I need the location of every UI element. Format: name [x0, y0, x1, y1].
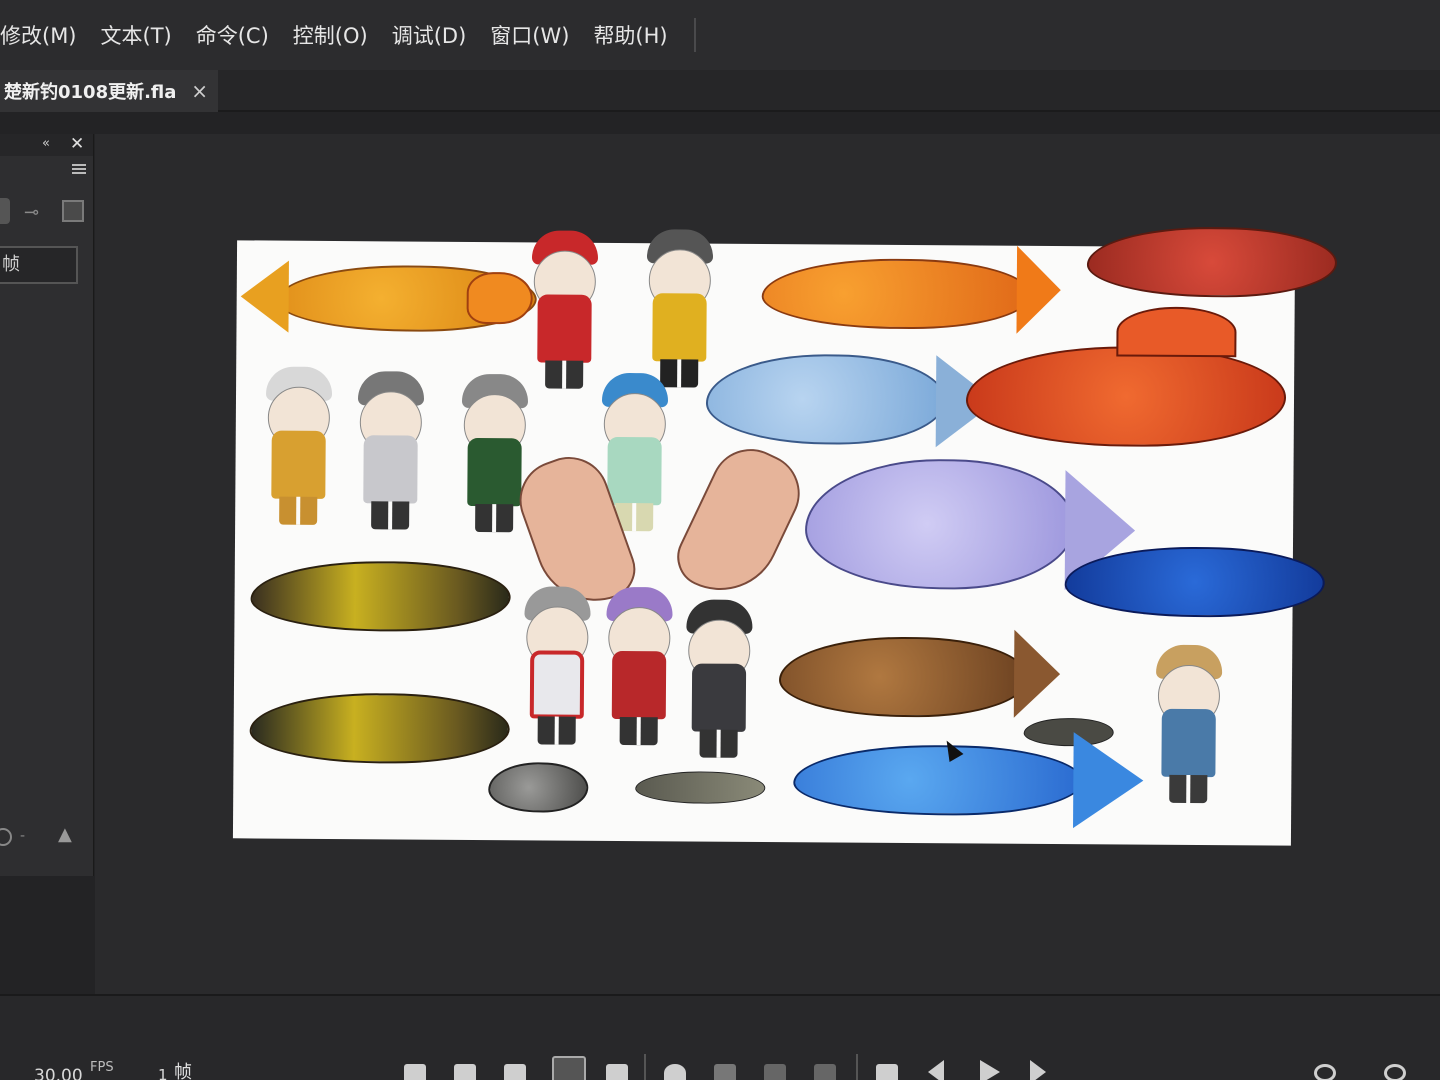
- long-blue-fish[interactable]: [793, 744, 1084, 817]
- panel-close-icon[interactable]: ✕: [70, 134, 84, 154]
- layer-tool-icon[interactable]: [0, 198, 10, 224]
- brown-fish-tail: [1013, 629, 1061, 719]
- golden-fish-tail: [240, 260, 289, 333]
- small-antler-fish[interactable]: [635, 771, 766, 805]
- fps-value[interactable]: 30.00: [34, 1066, 83, 1080]
- golden-monster-fish-lower[interactable]: [249, 692, 510, 765]
- menu-bar: 修改(M) 文本(T) 命令(C) 控制(O) 调试(D) 窗口(W) 帮助(H…: [0, 0, 1440, 70]
- character-green-vest[interactable]: [461, 373, 529, 538]
- character-red-cap[interactable]: [531, 230, 599, 394]
- close-icon[interactable]: ×: [191, 79, 208, 103]
- document-tab-bar: 楚新钓0108更新.fla ×: [0, 70, 1440, 112]
- brown-spiky-fish[interactable]: [778, 636, 1030, 718]
- center-frame-icon[interactable]: [404, 1064, 426, 1080]
- camera-icon[interactable]: [664, 1064, 686, 1080]
- character-elder-gold-coat[interactable]: [265, 366, 333, 531]
- blue-horned-shark[interactable]: [1064, 546, 1325, 618]
- loop-icon[interactable]: [876, 1064, 898, 1080]
- red-horned-shark[interactable]: [1086, 226, 1338, 298]
- timeline-bar: 30.00 FPS 1 帧: [0, 994, 1440, 1080]
- timeline-separator-2: [856, 1054, 858, 1080]
- timeline-separator: [644, 1054, 646, 1080]
- document-tab[interactable]: 楚新钓0108更新.fla ×: [0, 70, 218, 112]
- search-icon[interactable]: [1384, 1064, 1406, 1080]
- play-icon[interactable]: [980, 1060, 1000, 1080]
- stage-canvas[interactable]: [232, 226, 1338, 846]
- small-gray-fish[interactable]: [488, 762, 589, 813]
- document-tab-label: 楚新钓0108更新.fla: [4, 82, 177, 103]
- menu-modify[interactable]: 修改(M): [0, 20, 77, 50]
- timeline-panel: « ✕ ⊸ 帧 - ▲: [0, 134, 94, 876]
- fps-label: FPS: [90, 1060, 114, 1075]
- lavender-patterned-fish[interactable]: [804, 458, 1076, 591]
- step-forward-icon[interactable]: [1030, 1060, 1046, 1080]
- red-dragon-fish[interactable]: [965, 345, 1287, 448]
- long-blue-fish-tail: [1073, 732, 1144, 829]
- red-dragon-fish-fin: [1116, 306, 1237, 358]
- frame-label: 帧: [174, 1062, 192, 1080]
- onion-skin-icon[interactable]: [0, 828, 12, 846]
- muscle-arm-right[interactable]: [667, 435, 813, 610]
- layer-depth-icon[interactable]: [714, 1064, 736, 1080]
- character-blonde-hoodie[interactable]: [1155, 644, 1223, 809]
- panel-toolbar: ⊸: [0, 196, 94, 228]
- step-back-icon[interactable]: [928, 1060, 944, 1080]
- attach-layer-icon[interactable]: [764, 1064, 786, 1080]
- onion-skin-toggle-icon[interactable]: [454, 1064, 476, 1080]
- undo-icon[interactable]: [1314, 1064, 1336, 1080]
- onion-outline-icon[interactable]: [504, 1064, 526, 1080]
- panel-header: « ✕: [0, 134, 93, 156]
- zoom-mountain-icon[interactable]: ▲: [58, 824, 72, 845]
- golden-monster-fish-upper[interactable]: [250, 560, 511, 633]
- golden-fish-head: [466, 271, 533, 325]
- character-curly-red-jacket[interactable]: [524, 586, 591, 750]
- copy-icon[interactable]: [62, 200, 84, 222]
- dropdown-icon[interactable]: -: [20, 828, 25, 844]
- character-fedora[interactable]: [646, 229, 714, 393]
- collapse-icon[interactable]: «: [42, 136, 50, 151]
- panel-menu-icon[interactable]: [72, 164, 86, 174]
- frame-field[interactable]: 帧: [0, 246, 78, 284]
- panel-footer: - ▲: [0, 824, 94, 854]
- menu-commands[interactable]: 命令(C): [196, 20, 269, 50]
- orange-carp[interactable]: [761, 257, 1032, 330]
- blue-spiky-fish[interactable]: [705, 353, 947, 446]
- frame-number[interactable]: 1: [158, 1066, 168, 1080]
- orange-carp-tail: [1016, 245, 1062, 335]
- menu-text[interactable]: 文本(T): [101, 20, 172, 50]
- menu-divider: [693, 18, 696, 52]
- menu-control[interactable]: 控制(O): [293, 20, 368, 50]
- edit-multiple-frames-icon[interactable]: [552, 1056, 586, 1080]
- menu-window[interactable]: 窗口(W): [490, 20, 569, 50]
- menu-debug[interactable]: 调试(D): [392, 20, 467, 50]
- character-black-cap[interactable]: [685, 599, 753, 763]
- character-gray-suit[interactable]: [357, 371, 425, 535]
- ease-icon[interactable]: [814, 1064, 836, 1080]
- modify-markers-icon[interactable]: [606, 1064, 628, 1080]
- menu-help[interactable]: 帮助(H): [593, 20, 667, 50]
- key-icon[interactable]: ⊸: [24, 202, 39, 223]
- character-purple-hair[interactable]: [606, 586, 673, 751]
